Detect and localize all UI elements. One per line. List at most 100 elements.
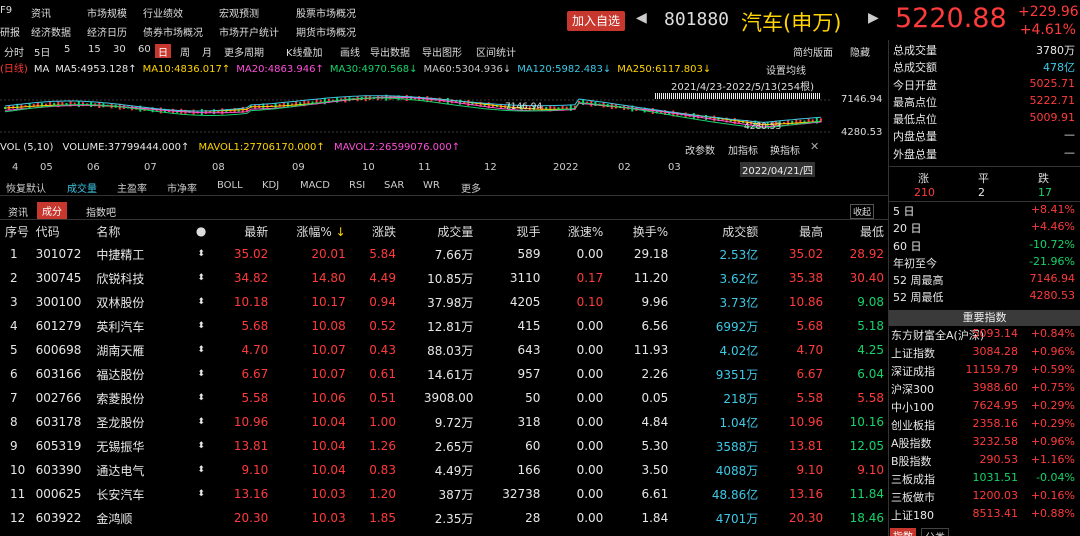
col-volume[interactable]: 成交量 bbox=[400, 220, 477, 242]
pin-icon[interactable]: ⬍ bbox=[182, 458, 224, 482]
indicator-tab[interactable]: 恢复默认 bbox=[6, 180, 46, 195]
index-row[interactable]: 东方财富全A(沪深) 5093.14 +0.84% bbox=[890, 327, 1078, 345]
pin-icon[interactable]: ⬍ bbox=[182, 242, 224, 266]
menu-item[interactable]: 经济数据 bbox=[31, 24, 71, 39]
swap-indicator-button[interactable]: 换指标 bbox=[770, 142, 800, 157]
toolbar-item[interactable]: 导出数据 bbox=[370, 44, 410, 59]
toolbar-item[interactable]: 更多周期 bbox=[224, 44, 264, 59]
col-index[interactable]: 序号 bbox=[0, 220, 36, 242]
indicator-tab[interactable]: SAR bbox=[384, 180, 404, 191]
tab-news[interactable]: 资讯 bbox=[8, 204, 28, 219]
col-change-pct[interactable]: 涨幅% ↓ bbox=[272, 220, 349, 242]
pin-icon[interactable]: ⬍ bbox=[182, 290, 224, 314]
pin-icon[interactable]: ⬍ bbox=[182, 410, 224, 434]
table-row[interactable]: 11 000625 长安汽车 ⬍ 13.16 10.03 1.20 387万 32738 0.00… bbox=[0, 482, 888, 506]
pin-icon[interactable]: ⬍ bbox=[182, 434, 224, 458]
indicator-tab[interactable]: 主盈率 bbox=[117, 180, 147, 195]
col-code[interactable]: 代码 bbox=[36, 220, 97, 242]
toolbar-item[interactable]: 导出图形 bbox=[422, 44, 462, 59]
menu-item[interactable]: 资讯 bbox=[31, 5, 51, 20]
indicator-tab[interactable]: KDJ bbox=[262, 180, 279, 191]
menu-item[interactable]: 市场开户统计 bbox=[219, 24, 279, 39]
pin-icon[interactable]: ⬍ bbox=[182, 314, 224, 338]
col-turnover[interactable]: 换手% bbox=[607, 220, 672, 242]
menu-item[interactable]: 股票市场概况 bbox=[296, 5, 356, 20]
col-low[interactable]: 最低 bbox=[827, 220, 888, 242]
toolbar-item[interactable]: 周 bbox=[180, 44, 190, 59]
table-row[interactable]: 12 603922 金鸿顺 20.30 10.03 1.85 2.35万 28 0.00 1.84… bbox=[0, 506, 888, 530]
add-indicator-button[interactable]: 加指标 bbox=[728, 142, 758, 157]
toolbar-item[interactable]: 分时 bbox=[4, 44, 24, 59]
col-name[interactable]: 名称 bbox=[96, 220, 182, 242]
tab-indices[interactable]: 指数 bbox=[890, 528, 916, 536]
table-row[interactable]: 5 600698 湖南天雁 ⬍ 4.70 10.07 0.43 88.03万 643 0.00 11… bbox=[0, 338, 888, 362]
col-high[interactable]: 最高 bbox=[762, 220, 827, 242]
add-watchlist-button[interactable]: 加入自选 bbox=[567, 11, 625, 31]
table-row[interactable]: 8 603178 圣龙股份 ⬍ 10.96 10.04 1.00 9.72万 318 0.00 4.… bbox=[0, 410, 888, 434]
table-row[interactable]: 7 002766 索菱股份 ⬍ 5.58 10.06 0.51 3908.00 50 0.00 0.… bbox=[0, 386, 888, 410]
index-row[interactable]: 沪深300 3988.60 +0.75% bbox=[890, 381, 1078, 399]
table-row[interactable]: 2 300745 欣锐科技 ⬍ 34.82 14.80 4.49 10.85万 3110 0.17… bbox=[0, 266, 888, 290]
ma-settings-button[interactable]: 设置均线 bbox=[766, 62, 806, 77]
index-row[interactable]: 上证180 8513.41 +0.88% bbox=[890, 507, 1078, 525]
pin-icon[interactable]: ⬍ bbox=[182, 266, 224, 290]
toolbar-item[interactable]: 60 bbox=[138, 44, 151, 58]
table-row[interactable]: 6 603166 福达股份 ⬍ 6.67 10.07 0.61 14.61万 957 0.00 2.… bbox=[0, 362, 888, 386]
index-row[interactable]: 三板成指 1031.51 -0.04% bbox=[890, 471, 1078, 489]
next-arrow-icon[interactable]: ▶ bbox=[868, 10, 879, 26]
col-speed[interactable]: 涨速% bbox=[544, 220, 607, 242]
toolbar-item[interactable]: 月 bbox=[202, 44, 212, 59]
menu-item[interactable]: 市场规模 bbox=[87, 5, 127, 20]
toolbar-item[interactable]: 5日 bbox=[34, 44, 50, 59]
index-row[interactable]: A股指数 3232.58 +0.96% bbox=[890, 435, 1078, 453]
index-row[interactable]: 深证成指 11159.79 +0.59% bbox=[890, 363, 1078, 381]
indicator-tab[interactable]: WR bbox=[423, 180, 440, 191]
table-row[interactable]: 1 301072 中捷精工 ⬍ 35.02 20.01 5.84 7.66万 589 0.00 29… bbox=[0, 242, 888, 266]
table-row[interactable]: 4 601279 英利汽车 ⬍ 5.68 10.08 0.52 12.81万 415 0.00 6.… bbox=[0, 314, 888, 338]
toolbar-item[interactable]: 30 bbox=[113, 44, 126, 58]
index-row[interactable]: 创业板指 2358.16 +0.29% bbox=[890, 417, 1078, 435]
indicator-tab[interactable]: 更多 bbox=[461, 180, 481, 195]
table-row[interactable]: 10 603390 通达电气 ⬍ 9.10 10.04 0.83 4.49万 166 0.00 3.… bbox=[0, 458, 888, 482]
toolbar-item[interactable]: 5 bbox=[64, 44, 70, 58]
index-row[interactable]: 中小100 7624.95 +0.29% bbox=[890, 399, 1078, 417]
toolbar-item[interactable]: 日 bbox=[155, 44, 171, 59]
index-row[interactable]: 上证指数 3084.28 +0.96% bbox=[890, 345, 1078, 363]
menu-item[interactable]: 宏观预测 bbox=[219, 5, 259, 20]
indicator-tab[interactable]: BOLL bbox=[217, 180, 243, 191]
pin-icon[interactable]: ⬍ bbox=[182, 338, 224, 362]
toolbar-item[interactable]: 画线 bbox=[340, 44, 360, 59]
menu-item[interactable]: 研报 bbox=[0, 24, 20, 39]
indicator-tab[interactable]: 市净率 bbox=[167, 180, 197, 195]
pin-icon[interactable]: ⬍ bbox=[182, 362, 224, 386]
menu-f9[interactable]: F9 bbox=[0, 5, 12, 16]
pin-icon[interactable]: ⬍ bbox=[182, 482, 224, 506]
table-row[interactable]: 9 605319 无锡振华 ⬍ 13.81 10.04 1.26 2.65万 60 0.00 5.3… bbox=[0, 434, 888, 458]
hide-button[interactable]: 隐藏 bbox=[850, 44, 870, 59]
menu-item[interactable]: 行业绩效 bbox=[143, 5, 183, 20]
tab-index-forum[interactable]: 指数吧 bbox=[86, 204, 116, 219]
tab-components[interactable]: 成分 bbox=[37, 202, 67, 219]
menu-item[interactable]: 期货市场概况 bbox=[296, 24, 356, 39]
prev-arrow-icon[interactable]: ◀ bbox=[636, 10, 647, 26]
toolbar-item[interactable]: 15 bbox=[88, 44, 101, 58]
table-row[interactable]: 3 300100 双林股份 ⬍ 10.18 10.17 0.94 37.98万 4205 0.10… bbox=[0, 290, 888, 314]
col-current-hand[interactable]: 现手 bbox=[477, 220, 544, 242]
pin-icon[interactable]: ⬍ bbox=[182, 386, 224, 410]
indicator-tab[interactable]: MACD bbox=[300, 180, 330, 191]
col-change[interactable]: 涨跌 bbox=[350, 220, 400, 242]
pin-icon[interactable] bbox=[182, 506, 224, 530]
close-icon[interactable]: ✕ bbox=[810, 140, 819, 153]
col-amount[interactable]: 成交额 bbox=[672, 220, 762, 242]
tab-categories[interactable]: 分类 bbox=[921, 528, 949, 536]
index-row[interactable]: B股指数 290.53 +1.16% bbox=[890, 453, 1078, 471]
toolbar-item[interactable]: 区间统计 bbox=[476, 44, 516, 59]
menu-item[interactable]: 债券市场概况 bbox=[143, 24, 203, 39]
index-row[interactable]: 三板做市 1200.03 +0.16% bbox=[890, 489, 1078, 507]
col-latest[interactable]: 最新 bbox=[224, 220, 272, 242]
collapse-button[interactable]: 收起 bbox=[850, 204, 875, 219]
indicator-tab[interactable]: 成交量 bbox=[67, 180, 97, 195]
menu-item[interactable]: 经济日历 bbox=[87, 24, 127, 39]
indicator-tab[interactable]: RSI bbox=[349, 180, 365, 191]
simple-layout-button[interactable]: 简约版面 bbox=[793, 44, 833, 59]
